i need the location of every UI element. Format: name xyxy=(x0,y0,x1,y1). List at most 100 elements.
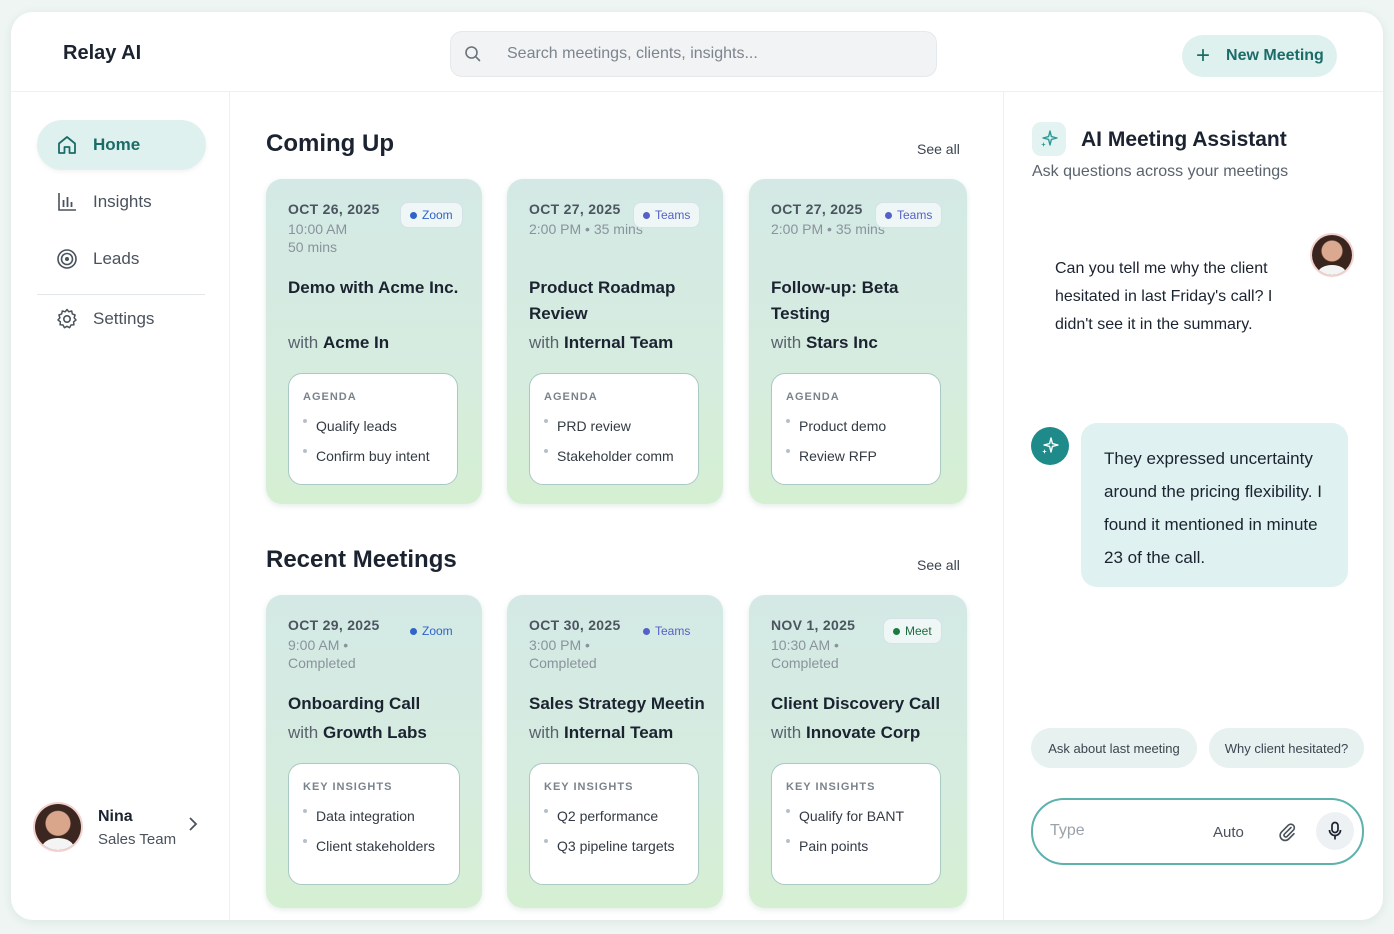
insights-label: KEY INSIGHTS xyxy=(544,781,634,793)
meeting-title: Sales Strategy Meetin xyxy=(529,694,705,713)
meeting-date: OCT 29, 2025 xyxy=(288,617,380,633)
new-meeting-button[interactable]: + New Meeting xyxy=(1182,35,1337,77)
sidebar-item-settings[interactable]: Settings xyxy=(37,294,206,344)
with-word: with xyxy=(529,333,560,352)
chat-composer: Auto xyxy=(1031,798,1364,865)
assistant-message: They expressed uncertainty around the pr… xyxy=(1081,423,1348,587)
insights-box: KEY INSIGHTS Qualify for BANT Pain point… xyxy=(771,763,941,885)
platform-label: Teams xyxy=(897,208,933,222)
search-input[interactable] xyxy=(507,45,887,63)
list-item: Data integration xyxy=(303,808,415,824)
list-item: Qualify for BANT xyxy=(786,808,904,824)
user-profile[interactable]: Nina Sales Team xyxy=(35,804,210,854)
status-dot-icon xyxy=(643,211,650,219)
list-item: Qualify leads xyxy=(303,418,397,434)
meeting-card[interactable]: OCT 26, 2025 10:00 AM 50 mins Zoom Demo … xyxy=(266,179,482,504)
agenda-box: AGENDA Product demo Review RFP xyxy=(771,373,941,485)
sidebar: Home Insights Leads Settings Nina Sales … xyxy=(11,92,230,920)
section-title-upcoming: Coming Up xyxy=(266,130,394,157)
search-bar[interactable] xyxy=(450,31,937,77)
sparkle-icon xyxy=(1032,122,1066,156)
platform-badge: Meet xyxy=(883,618,942,644)
agenda-label: AGENDA xyxy=(544,391,598,403)
insights-box: KEY INSIGHTS Data integration Client sta… xyxy=(288,763,460,885)
chat-input[interactable] xyxy=(1050,822,1200,840)
assistant-title: AI Meeting Assistant xyxy=(1081,128,1287,151)
main-content: Coming Up See all OCT 26, 2025 10:00 AM … xyxy=(230,92,1003,920)
bot-avatar-icon xyxy=(1031,427,1069,465)
platform-badge: Teams xyxy=(875,202,943,228)
chevron-right-icon[interactable] xyxy=(188,817,198,836)
see-all-upcoming-link[interactable]: See all xyxy=(917,141,960,157)
sidebar-item-leads[interactable]: Leads xyxy=(37,234,206,284)
list-item: PRD review xyxy=(544,418,631,434)
meeting-title: Client Discovery Call xyxy=(771,694,941,713)
platform-label: Zoom xyxy=(422,624,453,638)
agenda-box: AGENDA PRD review Stakeholder comm xyxy=(529,373,699,485)
meeting-card[interactable]: OCT 27, 2025 2:00 PM • 35 mins Teams Fol… xyxy=(749,179,967,504)
see-all-recent-link[interactable]: See all xyxy=(917,557,960,573)
brand-logo: Relay AI xyxy=(63,42,142,64)
list-item: Review RFP xyxy=(786,448,877,464)
bar-chart-icon xyxy=(58,193,76,211)
avatar xyxy=(1312,235,1352,275)
user-team: Sales Team xyxy=(98,831,177,848)
search-icon xyxy=(465,46,481,62)
plus-icon: + xyxy=(1196,42,1211,69)
platform-label: Zoom xyxy=(422,208,453,222)
meeting-title: Product Roadmap Review xyxy=(529,278,676,323)
meeting-card[interactable]: OCT 27, 2025 2:00 PM • 35 mins Teams Pro… xyxy=(507,179,723,504)
agenda-box: AGENDA Qualify leads Confirm buy intent xyxy=(288,373,458,485)
sidebar-item-home[interactable]: Home xyxy=(37,120,206,170)
meeting-date: OCT 26, 2025 xyxy=(288,201,380,217)
attach-icon[interactable] xyxy=(1276,821,1298,843)
meeting-with: with Internal Team xyxy=(529,333,673,353)
meeting-time: 9:00 AM • Completed xyxy=(288,637,356,671)
meeting-date: OCT 30, 2025 xyxy=(529,617,621,633)
microphone-icon[interactable] xyxy=(1316,812,1354,850)
meeting-time: 3:00 PM • Completed xyxy=(529,637,597,671)
sidebar-item-insights[interactable]: Insights xyxy=(37,177,206,227)
sidebar-item-label: Leads xyxy=(93,249,140,268)
status-dot-icon xyxy=(885,211,892,219)
meeting-card[interactable]: OCT 30, 2025 3:00 PM • Completed Teams S… xyxy=(507,595,723,908)
meeting-client: Stars Inc xyxy=(805,333,878,352)
agenda-label: AGENDA xyxy=(303,391,357,403)
meeting-card[interactable]: OCT 29, 2025 9:00 AM • Completed Zoom On… xyxy=(266,595,482,908)
with-word: with xyxy=(288,333,319,352)
status-dot-icon xyxy=(893,627,900,635)
meeting-client: Internal Team xyxy=(563,723,674,742)
home-icon xyxy=(58,136,76,154)
assistant-panel: AI Meeting Assistant Ask questions acros… xyxy=(1003,92,1383,920)
target-icon xyxy=(57,249,77,269)
with-word: with xyxy=(771,333,802,352)
meeting-time: 10:30 AM • Completed xyxy=(771,637,839,671)
meeting-time: 2:00 PM • 35 mins xyxy=(771,221,885,237)
suggestion-chip[interactable]: Why client hesitated? xyxy=(1209,728,1364,768)
platform-label: Teams xyxy=(655,208,691,222)
meeting-with: with Stars Inc xyxy=(771,333,878,353)
list-item: Q3 pipeline targets xyxy=(544,838,675,854)
meeting-card[interactable]: NOV 1, 2025 10:30 AM • Completed Meet Cl… xyxy=(749,595,967,908)
meeting-client: Acme In xyxy=(322,333,390,352)
sidebar-item-label: Home xyxy=(93,135,141,154)
sidebar-item-label: Settings xyxy=(93,309,155,328)
section-title-recent: Recent Meetings xyxy=(266,546,457,573)
platform-label: Meet xyxy=(905,624,932,638)
list-item: Product demo xyxy=(786,418,886,434)
agenda-label: AGENDA xyxy=(786,391,840,403)
suggestion-chip[interactable]: Ask about last meeting xyxy=(1031,728,1197,768)
meeting-with: with Innovate Corp xyxy=(771,723,920,743)
meeting-time: 10:00 AM 50 mins xyxy=(288,221,348,255)
app-window: Relay AI + New Meeting Home Insights Lea… xyxy=(11,12,1383,920)
meeting-date: NOV 1, 2025 xyxy=(771,617,856,633)
meeting-title: Follow-up: Beta Testing xyxy=(771,278,899,323)
status-dot-icon xyxy=(643,627,650,635)
user-message: Can you tell me why the client hesitated… xyxy=(1055,260,1273,333)
meeting-client: Internal Team xyxy=(563,333,674,352)
list-item: Stakeholder comm xyxy=(544,448,674,464)
mode-select[interactable]: Auto xyxy=(1213,824,1244,841)
list-item: Confirm buy intent xyxy=(303,448,430,464)
assistant-subtitle: Ask questions across your meetings xyxy=(1032,163,1289,180)
list-item: Q2 performance xyxy=(544,808,658,824)
